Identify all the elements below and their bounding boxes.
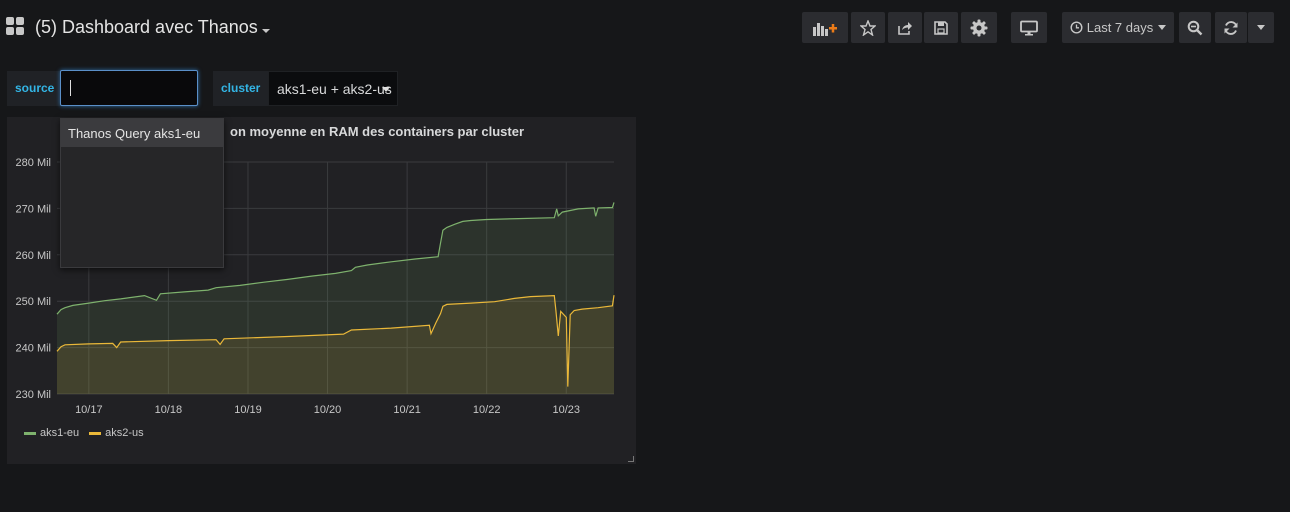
x-tick-label: 10/19 bbox=[234, 404, 262, 416]
star-icon bbox=[860, 19, 876, 36]
y-tick-label: 250 Mil bbox=[16, 296, 51, 308]
save-button[interactable] bbox=[924, 12, 958, 43]
zoom-out-icon bbox=[1187, 20, 1203, 35]
time-range-caret-icon bbox=[1158, 25, 1167, 30]
y-tick-label: 240 Mil bbox=[16, 343, 51, 355]
add-panel-icon bbox=[813, 22, 837, 36]
time-range-picker[interactable]: Last 7 days bbox=[1062, 12, 1174, 43]
y-tick-label: 270 Mil bbox=[16, 203, 51, 215]
legend-label: aks2-us bbox=[105, 427, 144, 439]
x-tick-label: 10/21 bbox=[393, 404, 421, 416]
panel-resize-handle[interactable] bbox=[628, 456, 634, 462]
x-tick-label: 10/22 bbox=[473, 404, 501, 416]
top-navbar: (5) Dashboard avec Thanos Last 7 days bbox=[0, 0, 1290, 56]
chart-legend: aks1-eu aks2-us bbox=[24, 427, 144, 439]
text-cursor bbox=[70, 80, 71, 96]
source-dropdown-menu: Thanos Query aks1-eu bbox=[60, 118, 224, 268]
legend-label: aks1-eu bbox=[40, 427, 80, 439]
legend-item-aks2-us[interactable]: aks2-us bbox=[89, 427, 144, 439]
cluster-variable-value: aks1-eu + aks2-us bbox=[277, 81, 392, 97]
share-button[interactable] bbox=[888, 12, 922, 43]
dashboard-grid-icon[interactable] bbox=[6, 17, 25, 36]
title-caret-icon[interactable] bbox=[262, 29, 270, 33]
y-tick-label: 280 Mil bbox=[16, 157, 51, 169]
cluster-caret-icon bbox=[382, 87, 390, 92]
clock-icon bbox=[1070, 21, 1083, 34]
tv-mode-button[interactable] bbox=[1011, 12, 1047, 43]
legend-swatch bbox=[24, 431, 36, 435]
x-tick-label: 10/23 bbox=[552, 404, 580, 416]
cluster-variable-label: cluster bbox=[213, 71, 268, 106]
zoom-out-button[interactable] bbox=[1179, 12, 1211, 43]
panel-title[interactable]: on moyenne en RAM des containers par clu… bbox=[230, 124, 524, 139]
add-panel-button[interactable] bbox=[802, 12, 848, 43]
x-tick-label: 10/17 bbox=[75, 404, 103, 416]
share-icon bbox=[898, 21, 912, 35]
star-button[interactable] bbox=[851, 12, 885, 43]
y-tick-label: 230 Mil bbox=[16, 389, 51, 401]
cluster-variable-select[interactable]: aks1-eu + aks2-us bbox=[268, 71, 398, 106]
tv-icon bbox=[1020, 20, 1038, 35]
gear-icon bbox=[970, 19, 988, 36]
y-tick-label: 260 Mil bbox=[16, 250, 51, 262]
refresh-button[interactable] bbox=[1215, 12, 1247, 43]
save-icon bbox=[934, 20, 948, 35]
x-tick-label: 10/18 bbox=[155, 404, 183, 416]
refresh-icon bbox=[1224, 20, 1238, 35]
refresh-interval-dropdown[interactable] bbox=[1248, 12, 1274, 43]
time-range-label: Last 7 days bbox=[1086, 20, 1154, 35]
legend-item-aks1-eu[interactable]: aks1-eu bbox=[24, 427, 79, 439]
chevron-down-icon bbox=[1257, 25, 1265, 30]
dropdown-option[interactable]: Thanos Query aks1-eu bbox=[61, 119, 223, 147]
x-tick-label: 10/20 bbox=[314, 404, 342, 416]
settings-button[interactable] bbox=[961, 12, 997, 43]
dashboard-title[interactable]: (5) Dashboard avec Thanos bbox=[35, 17, 258, 38]
legend-swatch bbox=[89, 431, 102, 435]
source-variable-label: source bbox=[7, 71, 60, 106]
source-variable-input[interactable] bbox=[60, 70, 198, 106]
